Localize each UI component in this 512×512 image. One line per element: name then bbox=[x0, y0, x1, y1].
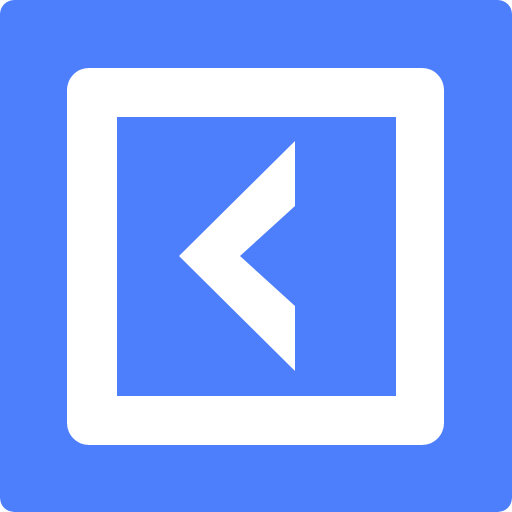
chevron-left-icon bbox=[0, 0, 512, 512]
back-button[interactable] bbox=[0, 0, 512, 512]
frame-inner bbox=[117, 117, 396, 396]
